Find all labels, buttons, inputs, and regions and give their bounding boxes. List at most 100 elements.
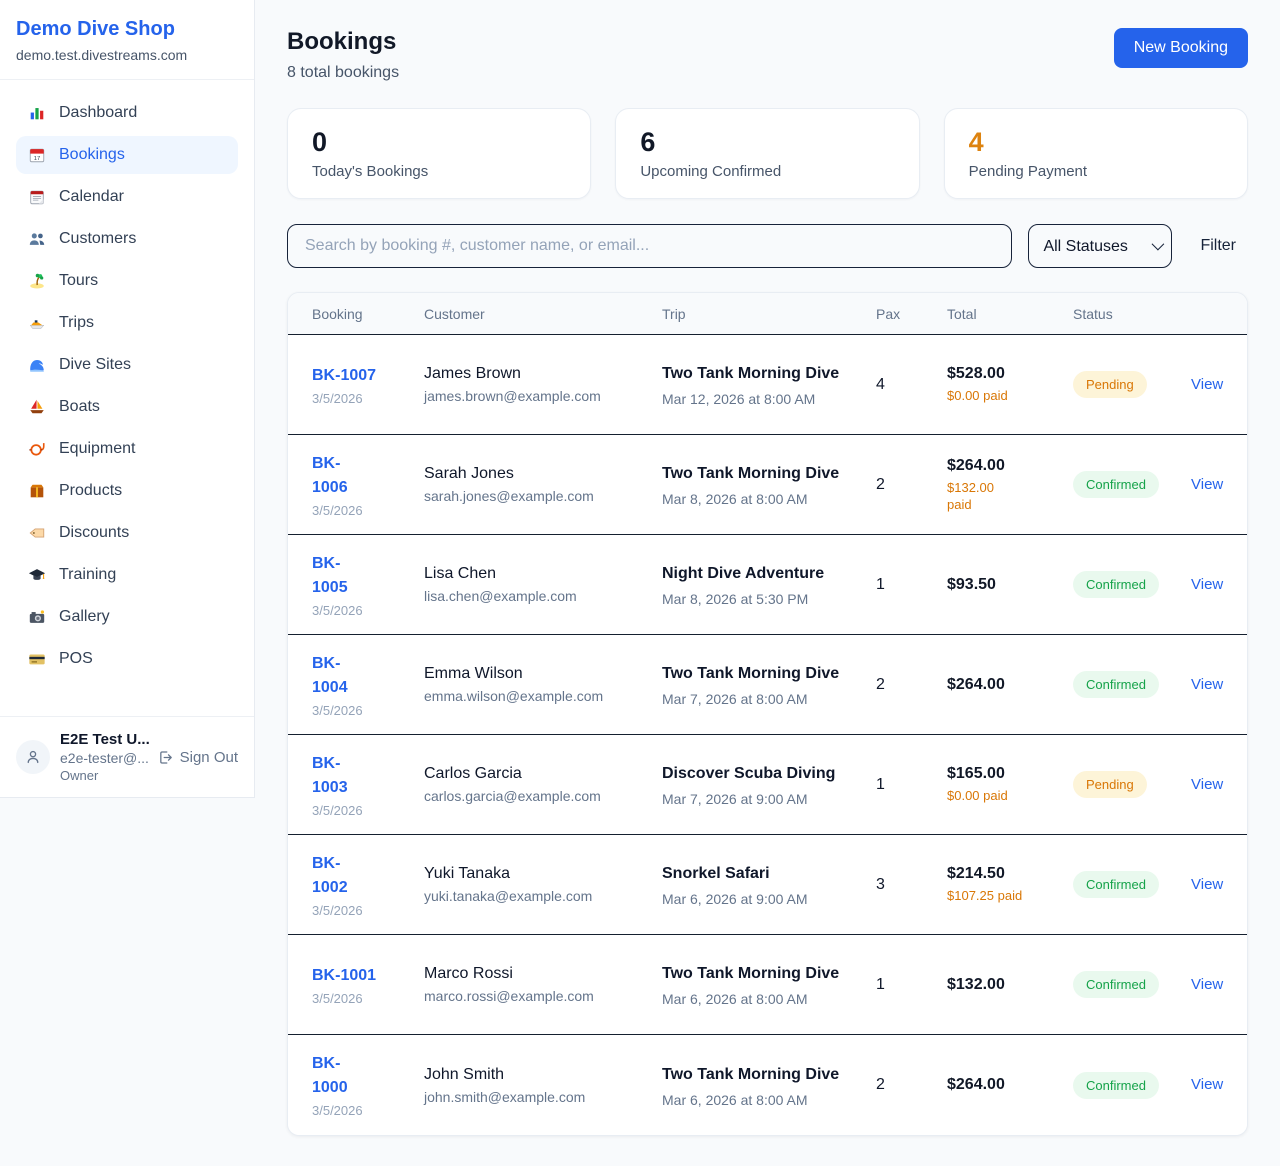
paid-amount: $0.00 paid [947,787,1025,804]
stat-value: 4 [969,127,1223,158]
stat-value: 0 [312,127,566,158]
booking-cell: BK-1007 3/5/2026 [312,364,424,406]
sidebar-item-tours[interactable]: Tours [16,262,238,300]
view-booking-link[interactable]: View [1191,1076,1223,1093]
booking-row-BK-1007: BK-1007 3/5/2026 James Brown james.brown… [288,335,1247,435]
customer-cell: Carlos Garcia carlos.garcia@example.com [424,765,662,804]
booking-number-link[interactable]: BK-1007 [312,364,414,388]
booking-number-link[interactable]: BK-1005 [312,552,414,600]
package-icon [28,482,46,500]
view-booking-link[interactable]: View [1191,476,1223,493]
customer-email: lisa.chen@example.com [424,588,652,604]
booking-cell: BK-1006 3/5/2026 [312,452,424,518]
actions-cell: View [1191,376,1233,394]
customer-cell: James Brown james.brown@example.com [424,365,662,404]
search-input[interactable] [287,224,1012,268]
booking-number-link[interactable]: BK-1000 [312,1052,414,1100]
status-badge: Pending [1073,771,1147,798]
page-title-block: Bookings 8 total bookings [287,28,399,82]
sidebar-item-label: Training [59,566,116,584]
view-booking-link[interactable]: View [1191,676,1223,693]
booking-created-date: 3/5/2026 [312,1103,414,1118]
booking-number-link[interactable]: BK-1003 [312,752,414,800]
camera-icon [28,608,46,626]
stat-card-upcoming-confirmed: 6 Upcoming Confirmed [615,108,919,199]
sidebar-item-calendar[interactable]: Calendar [16,178,238,216]
customer-name: Emma Wilson [424,665,652,683]
booking-row-BK-1002: BK-1002 3/5/2026 Yuki Tanaka yuki.tanaka… [288,835,1247,935]
stat-value: 6 [640,127,894,158]
total-amount: $93.50 [947,576,1063,594]
sidebar-item-label: Customers [59,230,136,248]
status-select[interactable]: All Statuses [1028,224,1172,268]
booking-created-date: 3/5/2026 [312,991,414,1006]
sidebar-item-discounts[interactable]: Discounts [16,514,238,552]
sidebar-item-dive-sites[interactable]: Dive Sites [16,346,238,384]
sign-out-label: Sign Out [180,749,238,766]
total-cell: $264.00 $132.00paid [947,457,1073,513]
status-badge: Confirmed [1073,1072,1159,1099]
total-amount: $132.00 [947,976,1063,994]
booking-cell: BK-1005 3/5/2026 [312,552,424,618]
user-info: E2E Test U... e2e-tester@... Owner [60,731,147,783]
total-amount: $165.00 [947,765,1063,783]
booking-number-link[interactable]: BK-1002 [312,852,414,900]
sidebar-item-boats[interactable]: Boats [16,388,238,426]
customer-name: Carlos Garcia [424,765,652,783]
sidebar-item-trips[interactable]: Trips [16,304,238,342]
avatar [16,740,50,774]
customer-cell: Lisa Chen lisa.chen@example.com [424,565,662,604]
actions-cell: View [1191,776,1233,794]
pax-count: 2 [876,1076,947,1094]
pax-count: 4 [876,376,947,394]
total-amount: $528.00 [947,365,1063,383]
total-amount: $214.50 [947,865,1063,883]
pax-count: 1 [876,776,947,794]
pax-count: 1 [876,576,947,594]
actions-cell: View [1191,476,1233,494]
sidebar-item-training[interactable]: Training [16,556,238,594]
trip-datetime: Mar 7, 2026 at 8:00 AM [662,691,866,707]
booking-number-link[interactable]: BK-1001 [312,964,414,988]
sidebar-item-customers[interactable]: Customers [16,220,238,258]
sidebar-item-gallery[interactable]: Gallery [16,598,238,636]
booking-created-date: 3/5/2026 [312,603,414,618]
customer-cell: Marco Rossi marco.rossi@example.com [424,965,662,1004]
stat-label: Upcoming Confirmed [640,163,894,180]
column-header-status: Status [1073,306,1191,322]
view-booking-link[interactable]: View [1191,876,1223,893]
trip-datetime: Mar 6, 2026 at 8:00 AM [662,1092,866,1108]
tag-icon [28,524,46,542]
booking-number-link[interactable]: BK-1004 [312,652,414,700]
booking-row-BK-1006: BK-1006 3/5/2026 Sarah Jones sarah.jones… [288,435,1247,535]
booking-cell: BK-1000 3/5/2026 [312,1052,424,1118]
trip-datetime: Mar 7, 2026 at 9:00 AM [662,791,866,807]
sidebar-item-products[interactable]: Products [16,472,238,510]
sidebar-item-bookings[interactable]: 17 Bookings [16,136,238,174]
status-badge: Pending [1073,371,1147,398]
view-booking-link[interactable]: View [1191,376,1223,393]
graduation-cap-icon [28,566,46,584]
sidebar-item-label: Gallery [59,608,110,626]
status-badge: Confirmed [1073,571,1159,598]
view-booking-link[interactable]: View [1191,976,1223,993]
filter-button[interactable]: Filter [1188,237,1248,255]
main-content: Bookings 8 total bookings New Booking 0 … [255,0,1280,1166]
pax-count: 2 [876,676,947,694]
brand-block: Demo Dive Shop demo.test.divestreams.com [0,0,254,80]
customer-cell: Sarah Jones sarah.jones@example.com [424,465,662,504]
view-booking-link[interactable]: View [1191,776,1223,793]
sidebar-item-equipment[interactable]: Equipment [16,430,238,468]
sidebar-item-pos[interactable]: POS [16,640,238,678]
user-box: E2E Test U... e2e-tester@... Owner Sign … [0,716,254,797]
booking-cell: BK-1001 3/5/2026 [312,964,424,1006]
view-booking-link[interactable]: View [1191,576,1223,593]
booking-created-date: 3/5/2026 [312,503,414,518]
sidebar-item-label: Dashboard [59,104,137,122]
sign-out-button[interactable]: Sign Out [157,749,238,766]
sidebar-item-dashboard[interactable]: Dashboard [16,94,238,132]
person-icon [23,747,43,767]
trip-name: Two Tank Morning Dive [662,362,840,386]
booking-number-link[interactable]: BK-1006 [312,452,414,500]
new-booking-button[interactable]: New Booking [1114,28,1248,68]
